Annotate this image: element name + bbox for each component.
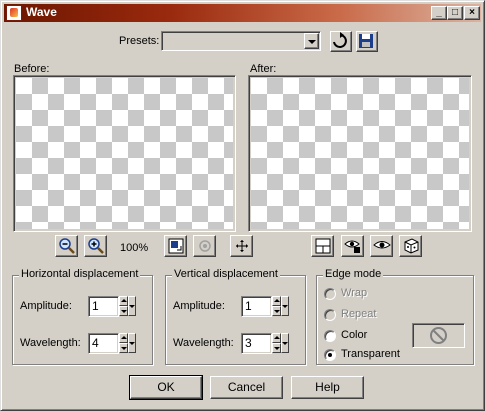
no-color-icon (430, 327, 447, 344)
floppy-disk-icon (359, 34, 373, 48)
after-preview-frame (248, 75, 472, 232)
edge-wrap-label: Wrap (341, 287, 368, 299)
reset-icon (333, 32, 347, 48)
cancel-button[interactable]: Cancel (210, 376, 283, 399)
edge-repeat-radio[interactable] (324, 309, 336, 321)
presets-dropdown-arrow[interactable] (304, 33, 319, 49)
horizontal-amplitude-label: Amplitude: (20, 300, 72, 312)
dice-icon (404, 238, 418, 254)
dropdown-arrow-icon[interactable] (128, 296, 136, 316)
horizontal-wavelength-input[interactable]: 4 (88, 333, 119, 354)
horizontal-wavelength-label: Wavelength: (20, 337, 81, 349)
zoom-to-fit-button[interactable] (164, 235, 187, 257)
vertical-amplitude-label: Amplitude: (173, 300, 225, 312)
vertical-wavelength-label: Wavelength: (173, 337, 234, 349)
save-preset-button[interactable] (356, 31, 378, 52)
spin-up-icon[interactable] (119, 333, 128, 343)
minimize-icon: _ (436, 7, 442, 18)
pan-button[interactable] (230, 235, 253, 257)
spin-down-icon[interactable] (119, 306, 128, 316)
edge-transparent-radio[interactable] (324, 349, 336, 361)
presets-dropdown[interactable] (161, 31, 321, 51)
minimize-button[interactable]: _ (431, 6, 447, 20)
spin-up-icon[interactable] (272, 333, 281, 343)
zoom-out-button[interactable] (55, 235, 78, 257)
vertical-wavelength-input[interactable]: 3 (241, 333, 272, 354)
help-button[interactable]: Help (291, 376, 364, 399)
after-label: After: (250, 63, 277, 75)
dropdown-arrow-icon[interactable] (128, 333, 136, 353)
ok-button[interactable]: OK (129, 375, 203, 400)
chevron-down-icon (308, 40, 316, 44)
spin-down-icon[interactable] (272, 343, 281, 353)
vertical-amplitude-input[interactable]: 1 (241, 296, 272, 317)
close-button[interactable]: × (464, 6, 480, 20)
spin-up-icon[interactable] (272, 296, 281, 306)
edge-color-swatch[interactable] (412, 323, 465, 348)
horizontal-amplitude-input[interactable]: 1 (88, 296, 119, 317)
spin-down-icon[interactable] (272, 306, 281, 316)
edge-color-label: Color (341, 329, 368, 341)
spin-up-icon[interactable] (119, 296, 128, 306)
window-title: Wave (26, 5, 57, 19)
eye-lock-icon (343, 240, 360, 253)
edge-wrap-radio[interactable] (324, 288, 336, 300)
move-icon (235, 240, 248, 252)
before-label: Before: (14, 63, 50, 75)
spin-down-icon[interactable] (119, 343, 128, 353)
vertical-amplitude-spinner[interactable] (272, 296, 289, 317)
before-preview[interactable] (16, 78, 233, 229)
proof-eye-disabled-icon (198, 240, 211, 252)
after-preview[interactable] (251, 78, 469, 229)
zoom-fit-icon (168, 238, 183, 254)
presets-label: Presets: (119, 35, 160, 47)
close-icon: × (469, 7, 475, 18)
eye-icon (372, 241, 391, 249)
zoom-in-button[interactable] (84, 235, 107, 257)
horizontal-wavelength-spinner[interactable] (119, 333, 136, 354)
wave-dialog: Wave _ □ × Presets: Before: After: 100% … (0, 0, 485, 411)
edge-repeat-label: Repeat (341, 308, 377, 320)
proof-button[interactable] (193, 235, 216, 257)
maximize-icon: □ (451, 7, 459, 18)
zoom-level: 100% (120, 242, 149, 254)
edge-mode-title: Edge mode (323, 268, 384, 280)
zoom-in-icon (87, 238, 104, 254)
app-icon (6, 5, 22, 21)
zoom-out-icon (58, 238, 75, 254)
horizontal-displacement-title: Horizontal displacement (19, 268, 141, 280)
edge-transparent-label: Transparent (341, 348, 400, 360)
horizontal-amplitude-spinner[interactable] (119, 296, 136, 317)
vertical-displacement-title: Vertical displacement (172, 268, 280, 280)
title-bar[interactable]: Wave _ □ × (4, 4, 481, 22)
dropdown-arrow-icon[interactable] (281, 333, 289, 353)
maximize-button[interactable]: □ (447, 6, 463, 20)
split-view-icon (315, 238, 330, 254)
vertical-wavelength-spinner[interactable] (272, 333, 289, 354)
reset-preset-button[interactable] (330, 31, 352, 52)
edge-color-radio[interactable] (324, 330, 336, 342)
show-original-button[interactable] (311, 235, 334, 257)
auto-proof-button[interactable] (370, 235, 393, 257)
dropdown-arrow-icon[interactable] (281, 296, 289, 316)
preview-on-image-button[interactable] (341, 235, 364, 257)
before-preview-frame (13, 75, 236, 232)
randomize-button[interactable] (399, 235, 422, 257)
